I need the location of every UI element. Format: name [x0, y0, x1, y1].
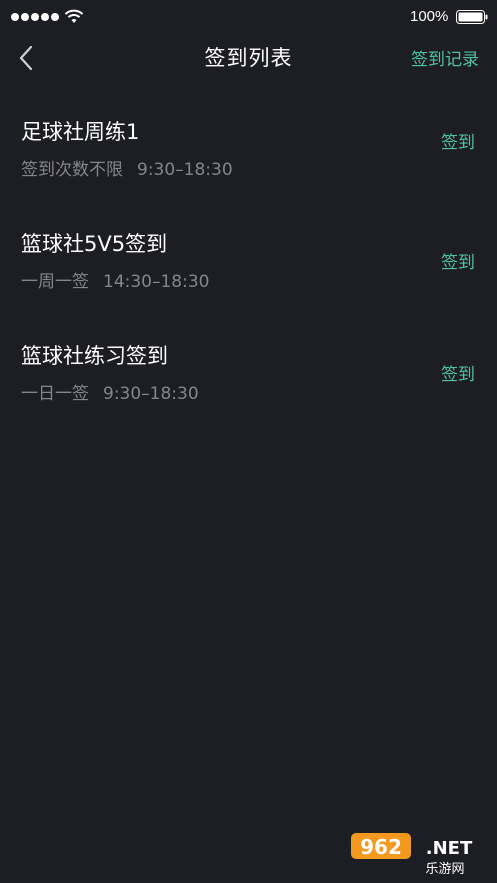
- checkin-button[interactable]: 签到: [441, 128, 475, 153]
- battery-percent: 100%: [410, 8, 449, 25]
- item-subtitle: 一日一签 9:30–18:30: [21, 379, 199, 404]
- list-item: 篮球社5V5签到 一周一签 14:30–18:30 签到: [0, 212, 497, 324]
- site-watermark-logo: 962 .NET 乐游网: [351, 833, 473, 877]
- wifi-icon: [64, 9, 84, 23]
- item-time: 9:30–18:30: [103, 384, 199, 404]
- item-rule: 一日一签: [21, 384, 89, 404]
- item-title: 篮球社5V5签到: [21, 232, 168, 256]
- svg-text:乐游网: 乐游网: [425, 862, 464, 877]
- checkin-list: 足球社周练1 签到次数不限 9:30–18:30 签到 篮球社5V5签到 一周一签…: [0, 100, 497, 436]
- checkin-button[interactable]: 签到: [441, 248, 475, 273]
- item-time: 9:30–18:30: [137, 160, 233, 180]
- battery-icon: [456, 10, 488, 24]
- item-title: 篮球社练习签到: [21, 344, 168, 368]
- item-time: 14:30–18:30: [103, 272, 210, 292]
- signal-strength-icon: [11, 13, 59, 21]
- item-rule: 签到次数不限: [21, 160, 123, 180]
- checkin-button[interactable]: 签到: [441, 360, 475, 385]
- svg-text:962: 962: [360, 835, 402, 859]
- svg-text:.NET: .NET: [426, 838, 473, 859]
- list-item: 足球社周练1 签到次数不限 9:30–18:30 签到: [0, 100, 497, 212]
- item-subtitle: 签到次数不限 9:30–18:30: [21, 155, 233, 180]
- item-title: 足球社周练1: [21, 120, 140, 144]
- item-rule: 一周一签: [21, 272, 89, 292]
- status-bar: 100%: [0, 0, 497, 36]
- list-item: 篮球社练习签到 一日一签 9:30–18:30 签到: [0, 324, 497, 436]
- checkin-records-button[interactable]: 签到记录: [411, 45, 479, 70]
- navigation-bar: 签到列表 签到记录: [0, 36, 497, 80]
- item-subtitle: 一周一签 14:30–18:30: [21, 267, 209, 292]
